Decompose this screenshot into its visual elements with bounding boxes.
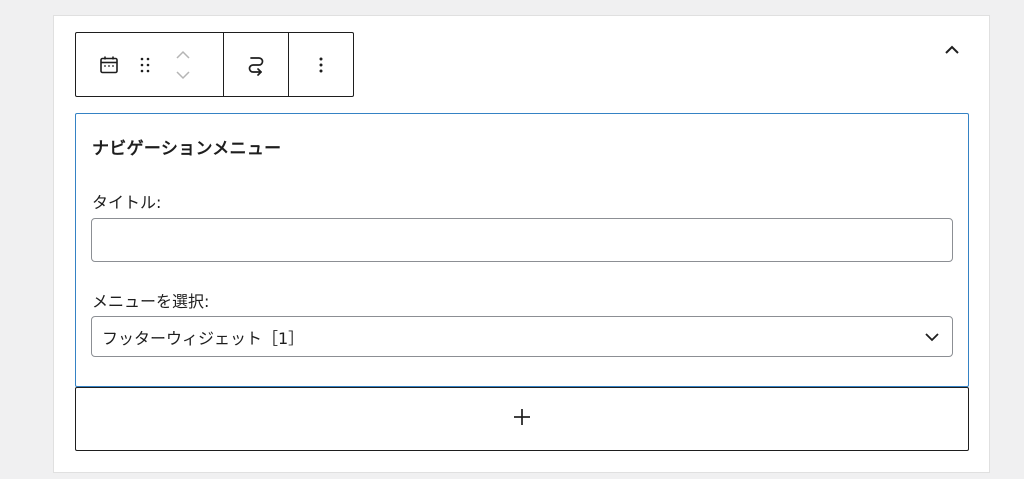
widget-title: ナビゲーションメニュー — [92, 139, 282, 159]
block-toolbar — [75, 32, 354, 97]
menu-select[interactable]: フッターウィジェット［1］ — [91, 316, 953, 357]
block-toolbar-group-main — [76, 33, 223, 96]
block-toolbar-group-options — [288, 33, 353, 96]
menu-select-value: フッターウィジェット［1］ — [102, 328, 305, 348]
calendar-icon[interactable] — [96, 52, 122, 78]
block-toolbar-group-transform — [223, 33, 288, 96]
navigation-menu-widget: ナビゲーションメニュー タイトル: メニューを選択: フッターウィジェット［1］ — [75, 113, 969, 387]
chevron-down-icon[interactable] — [171, 68, 195, 82]
drag-handle-icon[interactable] — [133, 53, 157, 77]
chevron-up-icon[interactable] — [171, 48, 195, 62]
title-field-label: タイトル: — [92, 193, 162, 212]
add-block-button[interactable] — [75, 387, 969, 451]
chevron-down-icon — [922, 327, 942, 347]
chevron-up-icon[interactable] — [940, 38, 964, 62]
transform-icon[interactable] — [243, 52, 269, 78]
block-mover — [171, 48, 195, 82]
plus-icon — [510, 405, 534, 433]
menu-select-label: メニューを選択: — [92, 292, 210, 311]
title-input[interactable] — [91, 218, 953, 262]
more-vertical-icon[interactable] — [309, 53, 333, 77]
